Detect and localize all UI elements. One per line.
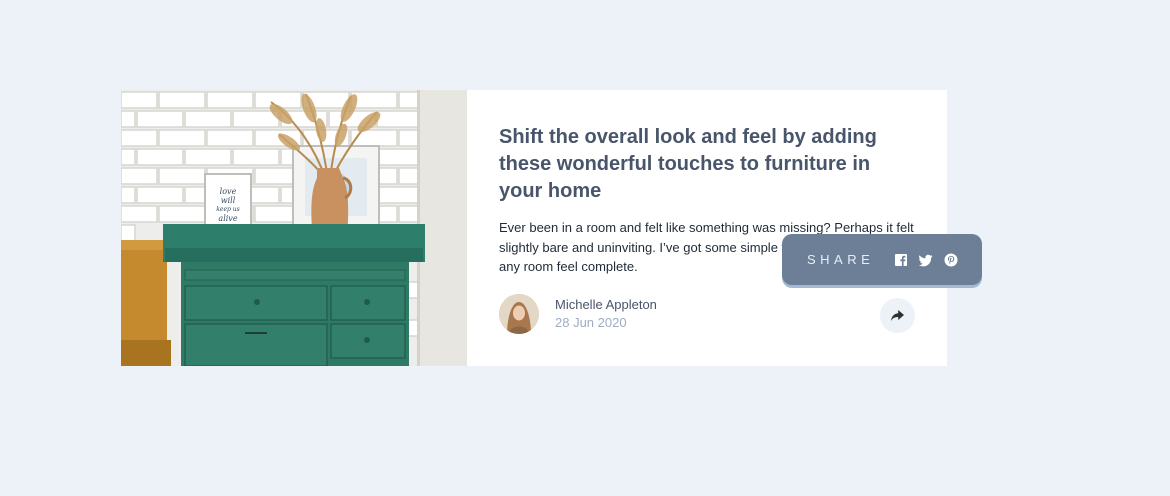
facebook-icon[interactable] <box>894 253 908 267</box>
author-name: Michelle Appleton <box>555 297 657 312</box>
share-arrow-icon <box>891 310 904 321</box>
drawers-illustration: love will keep us alive <box>121 90 467 366</box>
avatar <box>499 294 539 334</box>
post-date: 28 Jun 2020 <box>555 315 627 330</box>
article-card: love will keep us alive Shift the overal… <box>121 90 947 366</box>
svg-text:will: will <box>221 196 236 205</box>
pinterest-icon[interactable] <box>944 253 958 267</box>
svg-text:alive: alive <box>218 214 237 223</box>
svg-text:keep us: keep us <box>216 206 239 213</box>
author-row: Michelle Appleton 28 Jun 2020 <box>499 294 915 334</box>
share-popup: SHARE <box>782 234 982 285</box>
article-title[interactable]: Shift the overall look and feel by addin… <box>499 124 879 205</box>
share-button[interactable] <box>880 298 915 333</box>
article-content: Shift the overall look and feel by addin… <box>467 90 951 366</box>
share-label: SHARE <box>807 252 875 267</box>
twitter-icon[interactable] <box>919 253 933 267</box>
svg-text:love: love <box>220 187 237 196</box>
author-info: Michelle Appleton 28 Jun 2020 <box>555 296 657 332</box>
drawers-image: love will keep us alive <box>121 90 467 366</box>
